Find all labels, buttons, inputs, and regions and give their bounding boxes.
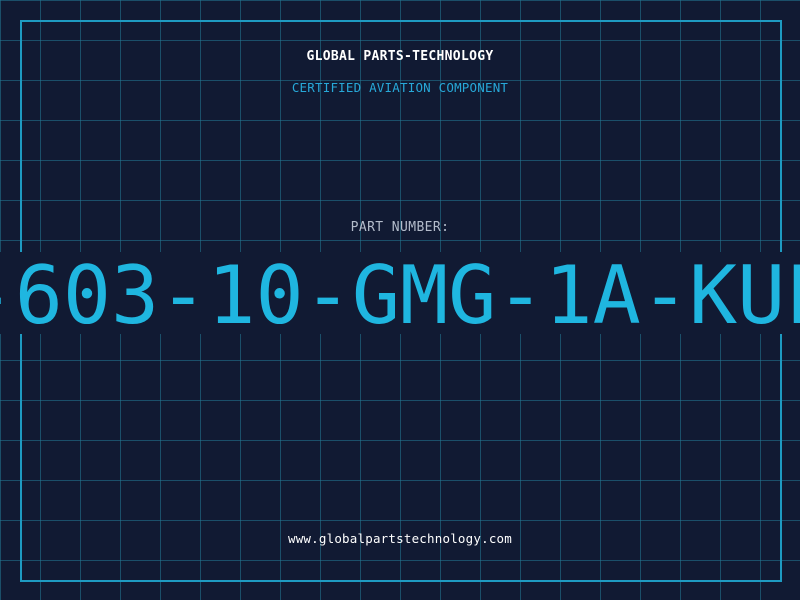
part-label-card: GLOBAL PARTS-TECHNOLOGY CERTIFIED AVIATI… — [0, 0, 800, 600]
part-number-band: -603-10-GMG-1A-KUL — [0, 252, 800, 334]
part-number-label: PART NUMBER: — [350, 220, 450, 235]
brand-subtitle: CERTIFIED AVIATION COMPONENT — [291, 80, 509, 95]
part-number-value: -603-10-GMG-1A-KUL — [0, 252, 800, 335]
brand-title: GLOBAL PARTS-TECHNOLOGY — [306, 49, 494, 64]
website-url: www.globalpartstechnology.com — [287, 531, 513, 546]
